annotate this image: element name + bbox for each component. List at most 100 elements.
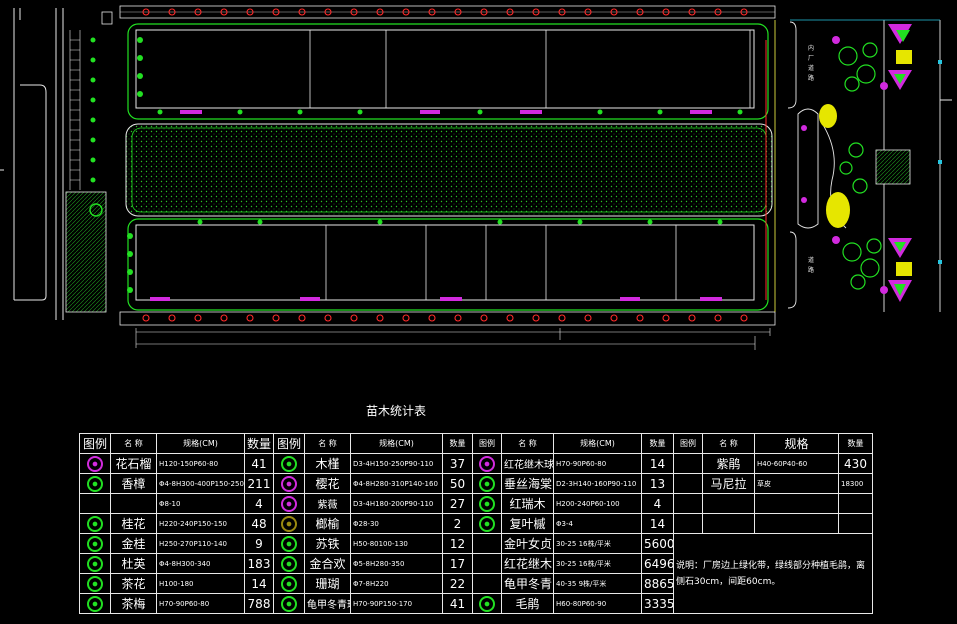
table-title: 苗木统计表 — [366, 404, 427, 418]
table-cell: 花石榴 — [110, 453, 157, 474]
road-label: 厂 — [808, 55, 814, 62]
header-cell: 图例 — [79, 433, 111, 454]
table-cell — [79, 493, 111, 514]
plant-symbol-icon — [87, 535, 103, 552]
header-cell: 规格(CM) — [156, 433, 245, 454]
plant-symbol-icon — [281, 495, 297, 512]
table-cell: 4 — [641, 493, 674, 514]
table-cell — [673, 473, 703, 494]
legend-symbol-cell — [273, 553, 305, 574]
table-cell: 香樟 — [110, 473, 157, 494]
dimension-lines — [135, 328, 771, 350]
table-cell: 788 — [244, 593, 274, 614]
table-cell: 红花继木 — [501, 553, 554, 574]
table-cell: 金合欢 — [304, 553, 351, 574]
plant-symbol-icon — [479, 495, 495, 512]
header-cell: 规格 — [754, 433, 839, 454]
header-cell: 图例 — [472, 433, 502, 454]
table-cell: H40-60P40-60 — [754, 453, 839, 474]
table-cell: 41 — [442, 593, 473, 614]
table-cell: 杜英 — [110, 553, 157, 574]
plant-symbol-icon — [281, 555, 297, 572]
table-cell — [838, 493, 873, 514]
legend-symbol-cell — [79, 533, 111, 554]
table-cell: 430 — [838, 453, 873, 474]
table-cell: 苏铁 — [304, 533, 351, 554]
building-north-hedge — [180, 110, 712, 114]
table-note: 说明：厂房边上绿化带，绿线部分种植毛鹃，离侧石30cm，间距60cm。 — [673, 533, 873, 614]
table-row: 金桂 H250-270P110-140 9 苏铁 H50-80100-130 12 金叶女贞… — [79, 533, 873, 614]
legend-symbol-cell — [472, 593, 502, 614]
header-cell: 图例 — [673, 433, 703, 454]
tree-cluster-south — [842, 238, 882, 290]
road-labels: 内 厂 道 路 道 路 — [808, 44, 814, 274]
plant-symbol-icon — [281, 475, 297, 492]
table-cell: 183 — [244, 553, 274, 574]
table-cell — [754, 493, 839, 514]
road-label: 道 — [808, 256, 814, 264]
legend-symbol-cell — [273, 473, 305, 494]
table-cell: 48 — [244, 513, 274, 534]
legend-symbol-cell — [79, 513, 111, 534]
plant-symbol-icon — [281, 595, 297, 612]
plant-symbol-icon — [479, 595, 495, 612]
table-cell: H70-90P60-80 — [553, 453, 642, 474]
table-cell: 毛鹃 — [501, 593, 554, 614]
plant-symbol-icon — [281, 535, 297, 552]
table-cell: Φ28-30 — [350, 513, 443, 534]
tree-cluster-mid — [839, 142, 868, 194]
table-cell: 紫鹃 — [702, 453, 755, 474]
table-cell: 垂丝海棠 — [501, 473, 554, 494]
building-north — [135, 29, 755, 109]
table-cell: 金叶女贞 — [501, 533, 554, 554]
table-cell: 30-25 16株/平米 — [553, 533, 642, 554]
table-cell: 樱花 — [304, 473, 351, 494]
left-gate-post — [101, 11, 113, 25]
table-cell — [754, 513, 839, 534]
table-cell — [472, 533, 502, 554]
table-cell: H220-240P150-150 — [156, 513, 245, 534]
table-cell: H200-240P60-100 — [553, 493, 642, 514]
building-south — [135, 224, 755, 301]
header-cell: 数量 — [641, 433, 674, 454]
left-ladder — [69, 30, 81, 190]
table-cell: 13 — [641, 473, 674, 494]
bottom-dimension-strip — [119, 311, 776, 326]
table-cell: 红花继木球 — [501, 453, 554, 474]
table-header-row: 图例名 称规格(CM) 数量 图例名 称规格(CM) 数量 图例名 称规格(CM) 数量图… — [79, 433, 873, 454]
table-row: Φ8-10 4 紫薇 D3-4H180-200P90-110 27 红瑞木 H200-240… — [79, 493, 873, 514]
plant-symbol-icon — [281, 455, 297, 472]
table-cell: 茶梅 — [110, 593, 157, 614]
left-road — [0, 8, 64, 320]
header-cell: 数量 — [838, 433, 873, 454]
table-cell: H100-180 — [156, 573, 245, 594]
table-cell: 14 — [641, 453, 674, 474]
table-cell: 复叶槭 — [501, 513, 554, 534]
table-cell — [702, 493, 755, 514]
left-hedge-strip — [65, 191, 107, 313]
table-cell: 5600 — [641, 533, 674, 554]
table-cell: 木槿 — [304, 453, 351, 474]
plant-symbol-icon — [281, 575, 297, 592]
plant-symbol-icon — [87, 475, 103, 492]
header-cell: 规格(CM) — [350, 433, 443, 454]
road-label: 内 — [808, 44, 814, 52]
table-cell: 红瑞木 — [501, 493, 554, 514]
table-cell: H50-80100-130 — [350, 533, 443, 554]
chevron-feature-north — [888, 24, 912, 90]
legend-symbol-cell — [79, 573, 111, 594]
table-cell: 马尼拉 — [702, 473, 755, 494]
table-row: 桂花 H220-240P150-150 48 榔榆 Φ28-30 2 复叶槭 Φ3-4 14 — [79, 513, 873, 534]
table-cell: 8865 — [641, 573, 674, 594]
central-lawn — [125, 123, 773, 217]
table-cell: D3-4H150-250P90-110 — [350, 453, 443, 474]
road-label: 道 — [808, 64, 814, 72]
header-cell: 名 称 — [304, 433, 351, 454]
legend-symbol-cell — [79, 593, 111, 614]
plant-symbol-icon — [281, 515, 297, 532]
legend-symbol-cell — [273, 493, 305, 514]
legend-symbol-cell — [79, 553, 111, 574]
plant-symbol-icon — [87, 555, 103, 572]
road-label: 路 — [808, 266, 814, 274]
header-cell: 名 称 — [702, 433, 755, 454]
